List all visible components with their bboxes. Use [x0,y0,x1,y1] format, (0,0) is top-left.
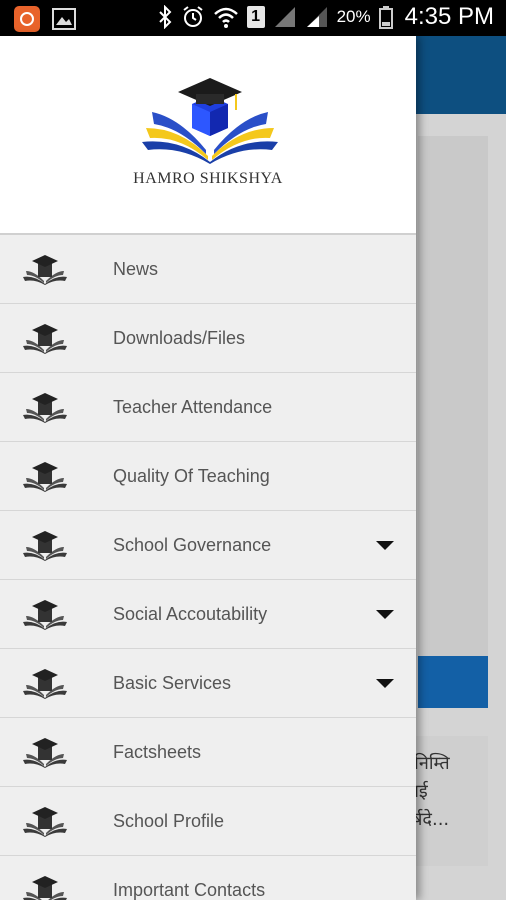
navigation-drawer: HAMRO SHIKSHYA News Downloads/Files Teac… [0,36,416,900]
menu-item-label: News [113,258,159,279]
drawer-menu: News Downloads/Files Teacher Attendance … [0,235,416,900]
drawer-header: HAMRO SHIKSHYA [0,36,416,235]
menu-item-label: Important Contacts [113,879,266,900]
graduation-book-icon [23,738,67,768]
graduation-book-icon [23,531,67,561]
battery-percent: 20% [336,7,371,26]
menu-item-label: Factsheets [113,741,202,762]
menu-item-news[interactable]: News [0,235,416,304]
brand-name: HAMRO SHIKSHYA [133,170,283,187]
menu-item-label: School Profile [113,810,225,831]
graduation-book-icon [23,600,67,630]
bluetooth-icon [158,5,171,29]
menu-item-social-accountability[interactable]: Social Accoutability [0,580,416,649]
graduation-book-icon [23,669,67,699]
alarm-icon [182,6,203,27]
graduation-book-icon [23,324,67,354]
graduation-book-icon [23,393,67,423]
app-notification-icon [14,6,40,32]
menu-item-basic-services[interactable]: Basic Services [0,649,416,718]
image-notification-icon [52,8,76,30]
menu-item-label: Social Accoutability [113,603,268,624]
expand-arrow-icon[interactable] [376,679,394,688]
menu-item-label: Downloads/Files [113,327,246,348]
menu-item-important-contacts[interactable]: Important Contacts [0,856,416,900]
menu-item-school-profile[interactable]: School Profile [0,787,416,856]
menu-item-factsheets[interactable]: Factsheets [0,718,416,787]
sim-indicator: 1 [246,6,265,28]
graduation-book-icon [23,462,67,492]
menu-item-quality-of-teaching[interactable]: Quality Of Teaching [0,442,416,511]
graduation-book-icon [23,255,67,285]
status-bar: 1 20% 4:35 PM [0,0,506,36]
background-card [418,136,488,684]
menu-item-label: Teacher Attendance [113,396,273,417]
clock: 4:35 PM [404,3,494,30]
graduation-book-icon [23,876,67,900]
menu-item-label: Quality Of Teaching [113,465,270,486]
menu-item-teacher-attendance[interactable]: Teacher Attendance [0,373,416,442]
menu-item-downloads[interactable]: Downloads/Files [0,304,416,373]
wifi-icon [213,7,238,28]
hamro-shikshya-logo [142,78,278,164]
expand-arrow-icon[interactable] [376,610,394,619]
signal-weak-icon [274,7,295,27]
menu-item-school-governance[interactable]: School Governance [0,511,416,580]
battery-icon [378,6,393,29]
expand-arrow-icon[interactable] [376,541,394,550]
graduation-book-icon [23,807,67,837]
signal-icon [306,7,327,27]
background-section-bar [418,656,488,708]
menu-item-label: School Governance [113,534,272,555]
menu-item-label: Basic Services [113,672,232,693]
